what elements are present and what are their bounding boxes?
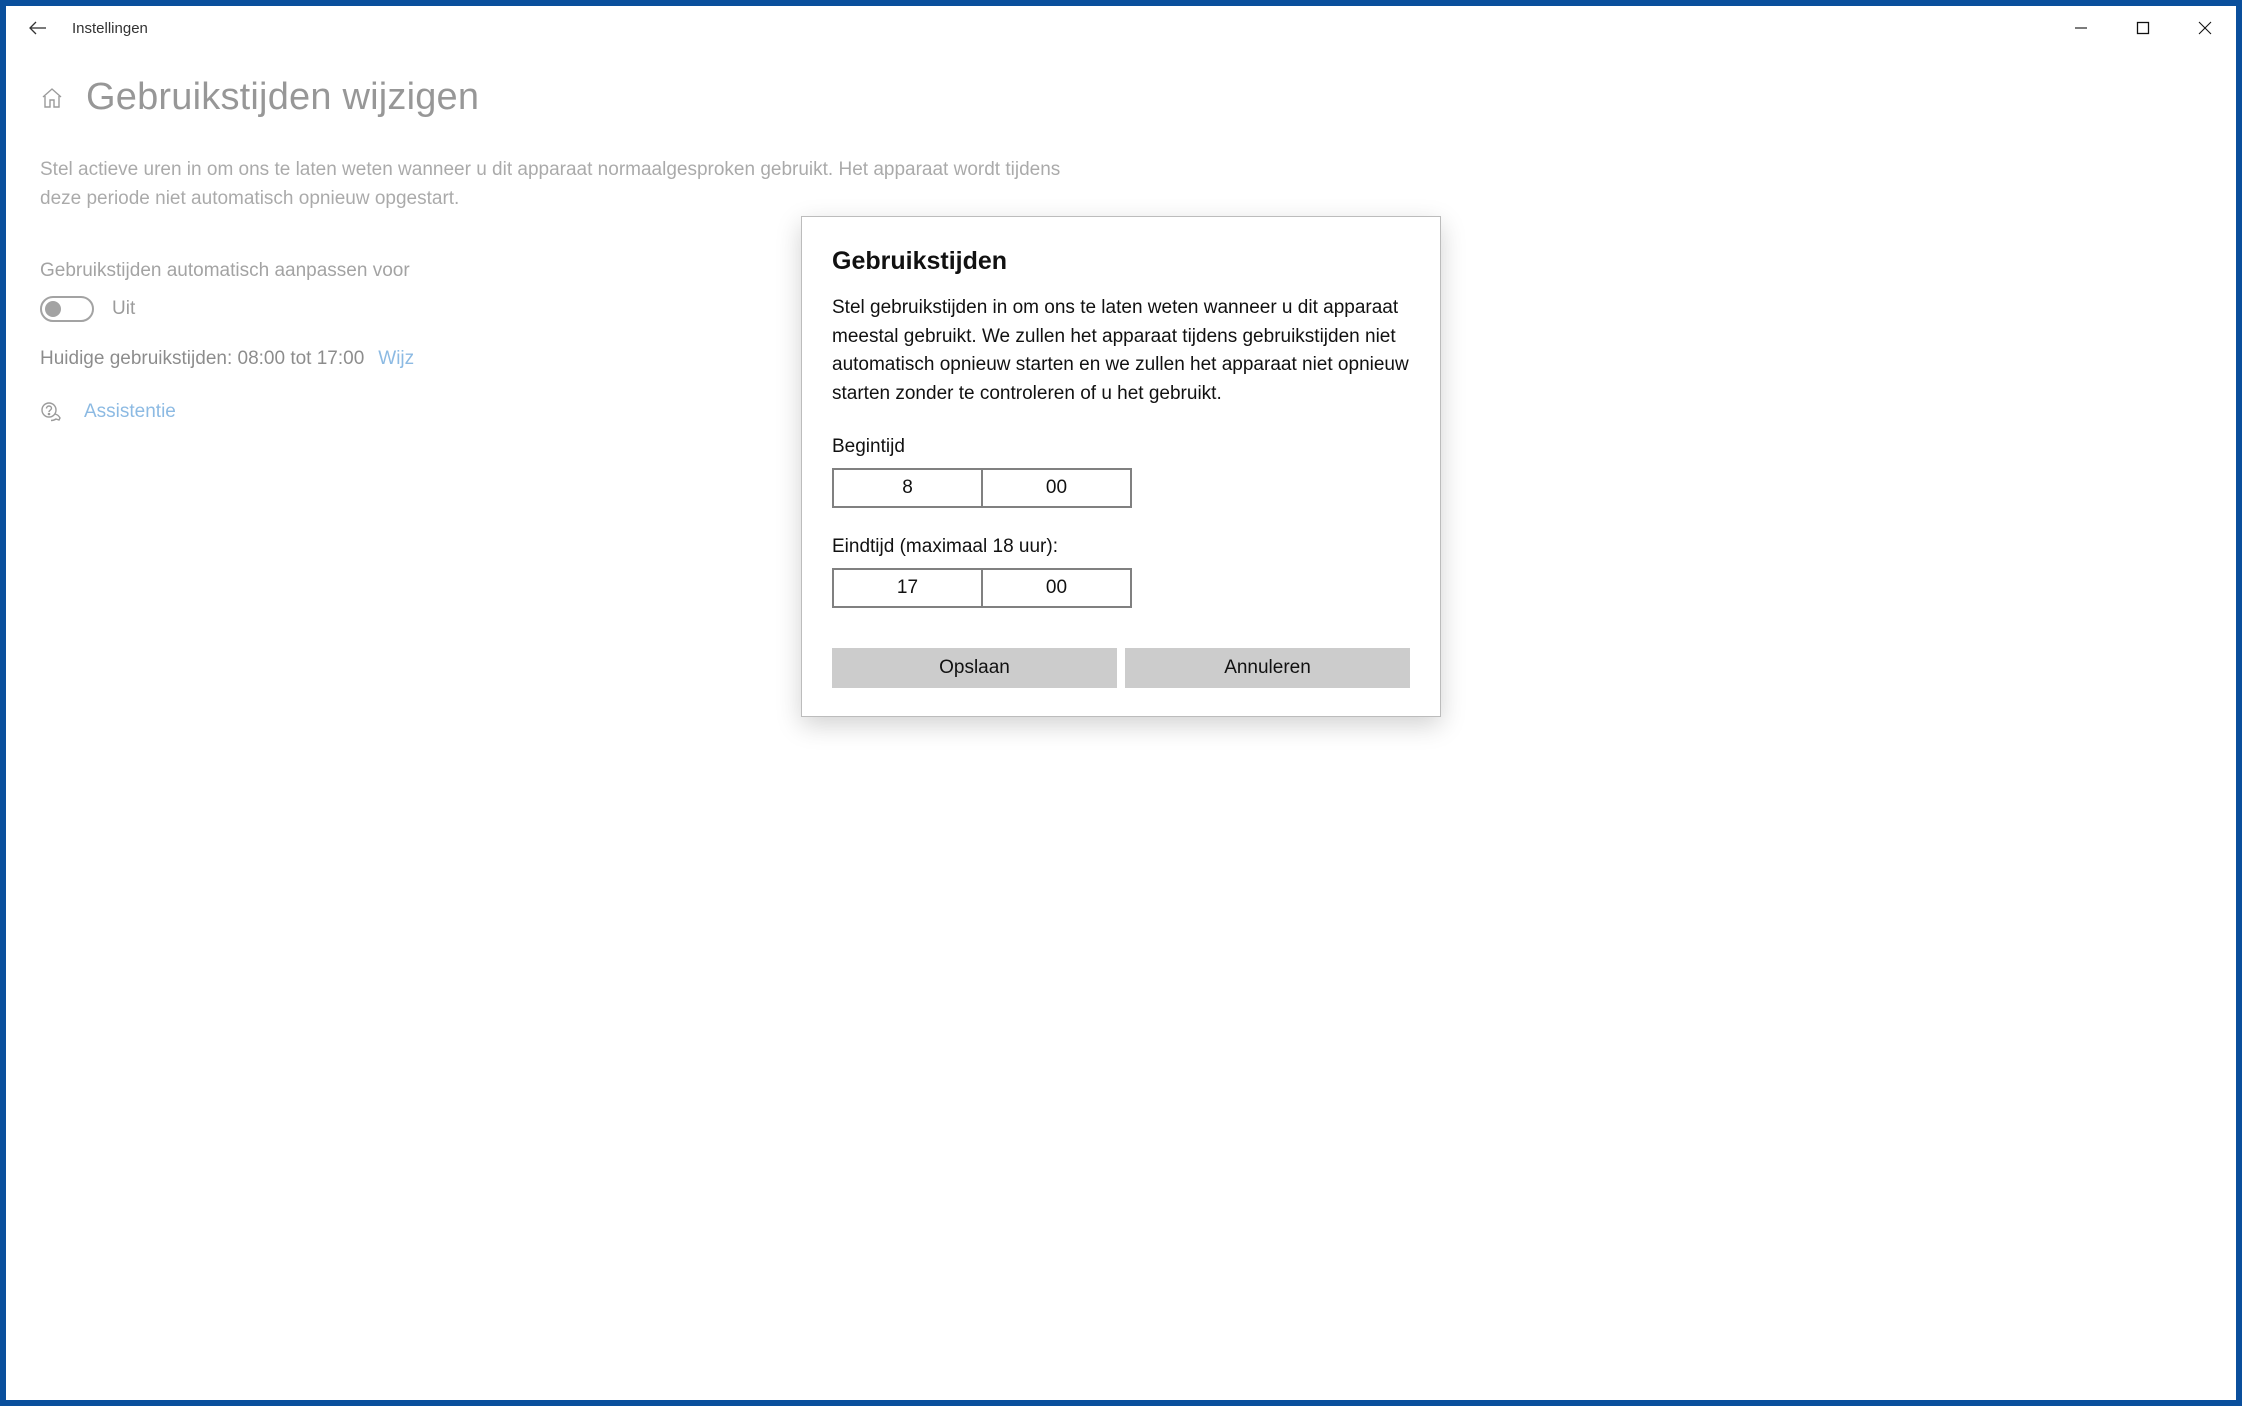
page-header: Gebruikstijden wijzigen — [40, 76, 2202, 119]
arrow-left-icon — [28, 18, 48, 38]
close-button[interactable] — [2174, 8, 2236, 48]
active-hours-dialog: Gebruikstijden Stel gebruikstijden in om… — [801, 216, 1441, 717]
dialog-description: Stel gebruikstijden in om ons te laten w… — [832, 294, 1410, 408]
save-button[interactable]: Opslaan — [832, 648, 1117, 688]
minimize-button[interactable] — [2050, 8, 2112, 48]
start-minute-field[interactable]: 00 — [982, 468, 1132, 508]
minimize-icon — [2074, 21, 2088, 35]
end-time-label: Eindtijd (maximaal 18 uur): — [832, 536, 1410, 558]
dialog-title: Gebruikstijden — [832, 247, 1410, 276]
end-time-picker: 17 00 — [832, 568, 1132, 608]
end-hour-field[interactable]: 17 — [832, 568, 982, 608]
help-link[interactable]: Assistentie — [84, 401, 176, 423]
toggle-knob — [45, 301, 61, 317]
titlebar: Instellingen — [6, 6, 2236, 50]
settings-window: Instellingen Gebruikstijden wijzigen — [6, 6, 2236, 1400]
maximize-button[interactable] — [2112, 8, 2174, 48]
start-time-picker: 8 00 — [832, 468, 1132, 508]
cancel-button[interactable]: Annuleren — [1125, 648, 1410, 688]
close-icon — [2198, 21, 2212, 35]
current-hours-text: Huidige gebruikstijden: 08:00 tot 17:00 — [40, 348, 364, 370]
window-controls — [2050, 8, 2236, 48]
toggle-state-label: Uit — [112, 298, 135, 320]
auto-adjust-toggle[interactable] — [40, 296, 94, 322]
dialog-button-row: Opslaan Annuleren — [832, 648, 1410, 688]
back-button[interactable] — [16, 6, 60, 50]
end-minute-field[interactable]: 00 — [982, 568, 1132, 608]
page-description: Stel actieve uren in om ons te laten wet… — [40, 155, 1100, 214]
change-hours-link[interactable]: Wijz — [378, 348, 414, 370]
app-title: Instellingen — [72, 20, 148, 37]
help-icon — [40, 400, 64, 424]
page-title: Gebruikstijden wijzigen — [86, 76, 479, 119]
start-hour-field[interactable]: 8 — [832, 468, 982, 508]
home-icon[interactable] — [40, 86, 64, 110]
start-time-label: Begintijd — [832, 436, 1410, 458]
maximize-icon — [2136, 21, 2150, 35]
titlebar-left: Instellingen — [16, 6, 148, 50]
